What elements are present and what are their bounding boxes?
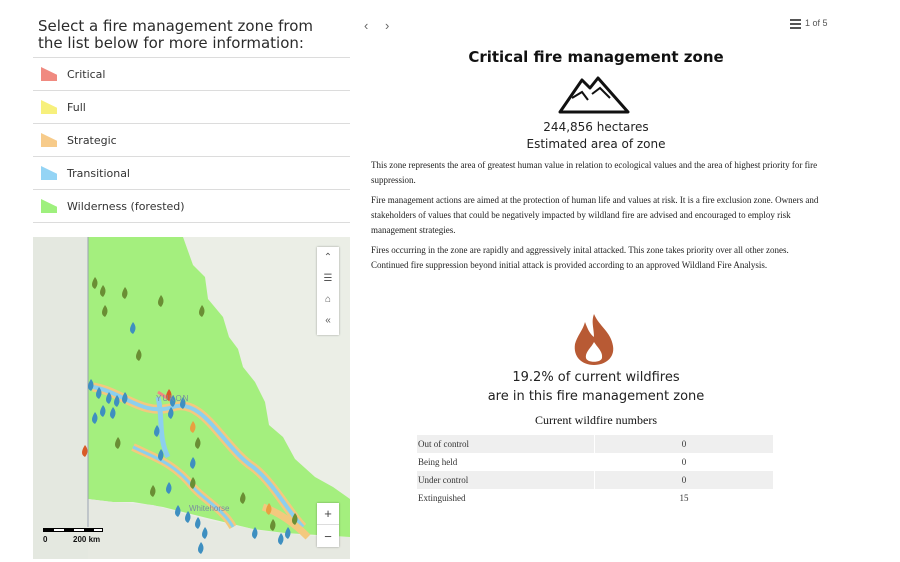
status-cell: Out of control [417,435,594,453]
count-cell: 0 [681,457,687,467]
legend-list-icon[interactable]: ☰ [317,268,339,289]
critical-swatch-icon [41,67,57,81]
zone-item-critical[interactable]: Critical [33,58,350,91]
scale-bar: 0 200 km [41,525,121,549]
zone-label: Full [67,100,86,114]
status-cell: Extinguished [418,493,466,503]
mountain-icon [558,76,630,114]
transitional-swatch-icon [41,166,57,180]
region-label: YUKON [156,394,190,403]
zone-area-label: Estimated area of zone [526,137,666,151]
zone-item-strategic[interactable]: Strategic [33,124,350,157]
zone-label: Transitional [67,166,130,180]
zone-item-transitional[interactable]: Transitional [33,157,350,190]
count-cell: 0 [595,435,773,453]
description-paragraph: Fires occurring in the zone are rapidly … [371,245,789,270]
scale-distance-label: 200 km [73,535,101,544]
table-row: Being held 0 [417,453,773,471]
flame-icon [574,314,614,365]
collapse-left-icon[interactable]: « [317,310,339,331]
feature-title: Critical fire management zone [468,48,724,66]
wildfire-table-title: Current wildfire numbers [535,413,657,427]
description-paragraph: This zone represents the area of greates… [371,160,818,185]
zoom-control: + − [317,503,339,547]
scale-line [43,528,103,532]
home-icon[interactable]: ⌂ [317,289,339,310]
table-row: Under control 0 [417,471,773,489]
zoom-out-button[interactable]: − [317,525,339,547]
strategic-swatch-icon [41,133,57,147]
feature-pager[interactable]: 1 of 5 [790,18,828,29]
table-row: Out of control 0 [417,435,773,453]
collapse-up-icon[interactable]: ⌃ [317,247,339,268]
city-label: Whitehorse [189,504,230,513]
zoom-in-button[interactable]: + [317,503,339,525]
feature-list-icon [790,18,801,29]
wildfire-percent-line1: 19.2% of current wildfires [512,370,680,385]
previous-feature-button[interactable]: ‹ [364,18,368,33]
scale-zero-label: 0 [43,535,48,544]
zone-map[interactable]: YUKON Whitehorse ⌃ ☰ ⌂ « + − 0 200 km [33,237,350,559]
map-toolbar: ⌃ ☰ ⌂ « [317,247,339,335]
wildfire-table: Out of control 0 Being held 0 Under cont… [416,435,774,507]
next-feature-button[interactable]: › [385,18,389,33]
intro-text: Select a fire management zone from the l… [38,17,313,52]
status-cell: Under control [417,471,594,489]
status-cell: Being held [418,457,458,467]
zone-list: Critical Full Strategic Transitional Wil… [33,57,350,223]
wildfire-percent-line2: are in this fire management zone [487,389,705,404]
count-cell: 0 [595,471,773,489]
zone-label: Wilderness (forested) [67,199,185,213]
full-swatch-icon [41,100,57,114]
zone-label: Critical [67,67,106,81]
count-cell: 15 [679,493,689,503]
zone-panel: Select a fire management zone from the l… [0,0,356,562]
zone-item-full[interactable]: Full [33,91,350,124]
zone-label: Strategic [67,133,117,147]
zone-item-wilderness[interactable]: Wilderness (forested) [33,190,350,223]
wilderness-swatch-icon [41,199,57,213]
description-paragraph: Fire management actions are aimed at the… [371,195,819,235]
pager-text: 1 of 5 [805,18,828,28]
table-row: Extinguished 15 [417,489,773,507]
zone-area-value: 244,856 hectares [543,120,649,134]
